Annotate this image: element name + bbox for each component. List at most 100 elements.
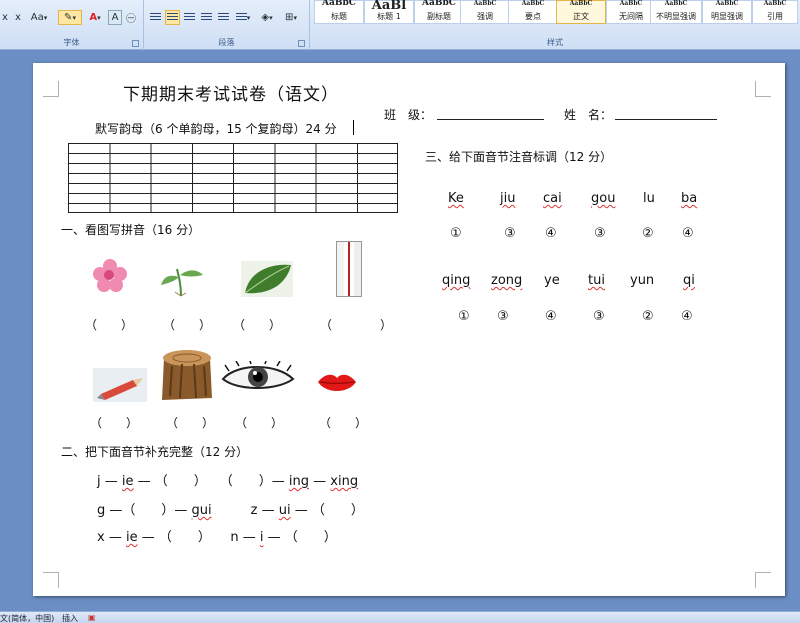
- exam-title: 下期期末考试试卷（语文）: [123, 85, 339, 105]
- fill-text: — （ ）: [263, 530, 337, 545]
- style-sample: AaBbC: [763, 0, 787, 7]
- answer-blank: （ ）: [319, 416, 368, 430]
- paragraph-dialog-launcher-icon[interactable]: [298, 40, 305, 47]
- tone-number: ④: [545, 226, 557, 241]
- style-strong[interactable]: AaBbC 要点: [508, 0, 558, 24]
- paragraph-group-label: 段落: [218, 38, 235, 47]
- style-sample: AaBbC: [521, 0, 545, 7]
- font-group: x x Aa ▾ ✎ ▾ A ▾ A ㊀ 字体: [0, 0, 144, 50]
- style-sample: AaBbC: [619, 0, 643, 7]
- syllable: gui: [191, 503, 212, 518]
- style-title[interactable]: AaBbC 标题: [314, 0, 364, 24]
- enclose-characters-button[interactable]: ㊀: [124, 10, 138, 25]
- style-subtitle[interactable]: AaBbC 副标题: [414, 0, 464, 24]
- style-name: 副标题: [427, 12, 451, 21]
- character-shading-button[interactable]: A: [108, 10, 122, 25]
- margin-corner-mark: [755, 81, 771, 97]
- border-grid-icon: ⊞: [285, 12, 294, 23]
- char-shading-icon: A: [111, 12, 119, 23]
- style-quote[interactable]: AaBbC 引用: [752, 0, 798, 24]
- section1-heading: 一、看图写拼音（16 分）: [61, 223, 201, 237]
- style-intense-emphasis[interactable]: AaBbC 明显强调: [702, 0, 752, 24]
- tone-syllable: lu: [643, 191, 655, 206]
- sprout-picture: [161, 268, 203, 297]
- justify-icon: [201, 13, 212, 22]
- font-color-icon: A: [89, 12, 98, 23]
- tone-number: ①: [450, 226, 462, 241]
- dropdown-arrow-icon: ▾: [246, 13, 251, 22]
- distributed-button[interactable]: [216, 10, 231, 25]
- align-left-button[interactable]: [148, 10, 163, 25]
- lips-picture: [318, 374, 356, 391]
- change-case-button[interactable]: Aa ▾: [26, 10, 52, 25]
- style-subtle-emphasis[interactable]: AaBbC 不明显强调: [650, 0, 702, 24]
- style-normal[interactable]: AaBbC 正文: [556, 0, 606, 24]
- tone-number: ③: [504, 226, 516, 241]
- style-name: 不明显强调: [656, 12, 696, 21]
- shading-button[interactable]: ◈ ▾: [256, 10, 278, 25]
- line-spacing-button[interactable]: ▾: [233, 10, 253, 25]
- document-page[interactable]: 下期期末考试试卷（语文） 班 级： 姓 名： 默写韵母（6 个单韵母，15 个复…: [33, 63, 785, 596]
- tone-number: ④: [682, 226, 694, 241]
- style-name: 要点: [525, 12, 541, 21]
- syllable: ui: [278, 503, 291, 518]
- leaf-picture: [241, 261, 293, 297]
- tone-syllable: ye: [544, 273, 560, 288]
- justify-button[interactable]: [199, 10, 214, 25]
- style-sample: AaBbC: [422, 0, 456, 8]
- writing-grid: [68, 143, 398, 213]
- tone-syllable: yun: [630, 273, 655, 288]
- answer-blank: （ ）: [163, 318, 212, 332]
- distributed-icon: [218, 13, 229, 22]
- style-heading1[interactable]: AaBl 标题 1: [364, 0, 414, 24]
- align-center-button[interactable]: [165, 10, 180, 25]
- dictation-heading: 默写韵母（6 个单韵母，15 个复韵母）24 分: [95, 122, 337, 136]
- style-sample: AaBbC: [715, 0, 739, 7]
- insert-mode-indicator[interactable]: 插入: [62, 613, 78, 623]
- style-sample: AaBbC: [322, 0, 356, 8]
- superscript-button[interactable]: x: [12, 10, 24, 25]
- tone-syllable: tui: [588, 273, 605, 288]
- style-no-spacing[interactable]: AaBbC 无间隔: [606, 0, 656, 24]
- subscript-button[interactable]: x: [0, 10, 10, 25]
- style-name: 正文: [573, 12, 589, 21]
- style-emphasis[interactable]: AaBbC 强调: [460, 0, 510, 24]
- language-indicator[interactable]: 文(简体，中国): [0, 613, 54, 623]
- answer-blank: （ ）: [85, 318, 134, 332]
- tone-number: ③: [594, 226, 606, 241]
- align-right-button[interactable]: [182, 10, 197, 25]
- style-name: 强调: [477, 12, 493, 21]
- class-label: 班 级：: [384, 108, 433, 122]
- fill-text: x —: [97, 530, 126, 545]
- fill-text: — （ ）: [290, 503, 364, 518]
- highlight-color-button[interactable]: ✎ ▾: [58, 10, 82, 25]
- tone-syllable: gou: [591, 191, 616, 206]
- enclose-icon: ㊀: [126, 14, 136, 25]
- fill-text: — （ ） （ ）—: [133, 474, 289, 489]
- font-color-button[interactable]: A ▾: [84, 10, 106, 25]
- change-case-label: Aa: [30, 12, 44, 23]
- syllable: ie: [125, 530, 138, 545]
- fabric-sample-picture: [336, 241, 362, 297]
- syllable: xing: [330, 474, 359, 489]
- answer-blank: （ ）: [90, 416, 139, 430]
- syllable: ing: [288, 474, 310, 489]
- tone-number: ④: [681, 309, 693, 324]
- fill-text: —: [309, 474, 331, 489]
- fill-text: z —: [211, 503, 279, 518]
- fill-text: g —（ ）—: [97, 503, 192, 518]
- tone-syllable: qi: [683, 273, 695, 288]
- macro-record-icon[interactable]: ▣: [88, 613, 96, 622]
- style-name: 引用: [767, 12, 783, 21]
- borders-button[interactable]: ⊞ ▾: [280, 10, 302, 25]
- tone-syllable: Ke: [448, 191, 464, 206]
- style-sample: AaBbC: [664, 0, 688, 7]
- font-dialog-launcher-icon[interactable]: [132, 40, 139, 47]
- syllable: ie: [121, 474, 134, 489]
- align-left-icon: [150, 13, 161, 22]
- styles-group-label: 样式: [547, 38, 563, 47]
- text-cursor: [353, 120, 354, 135]
- style-name: 标题: [331, 12, 347, 21]
- style-name: 明显强调: [711, 12, 743, 21]
- tone-number: ④: [545, 309, 557, 324]
